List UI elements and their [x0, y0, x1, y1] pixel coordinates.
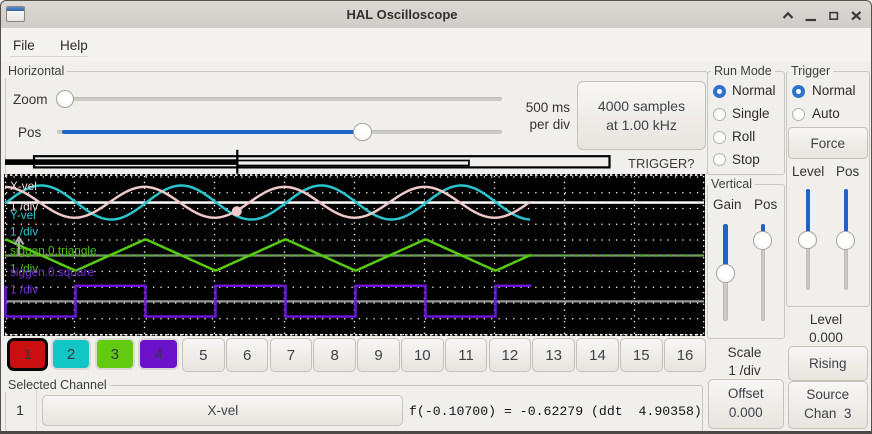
- svg-text:Y-vel: Y-vel: [10, 208, 36, 222]
- svg-text:siggen.0.square: siggen.0.square: [10, 265, 94, 279]
- svg-text:siggen.0.triangle: siggen.0.triangle: [10, 243, 97, 257]
- svg-text:1 /div: 1 /div: [10, 283, 38, 297]
- svg-text:X-vel: X-vel: [10, 179, 37, 193]
- svg-text:1 /div: 1 /div: [10, 225, 38, 239]
